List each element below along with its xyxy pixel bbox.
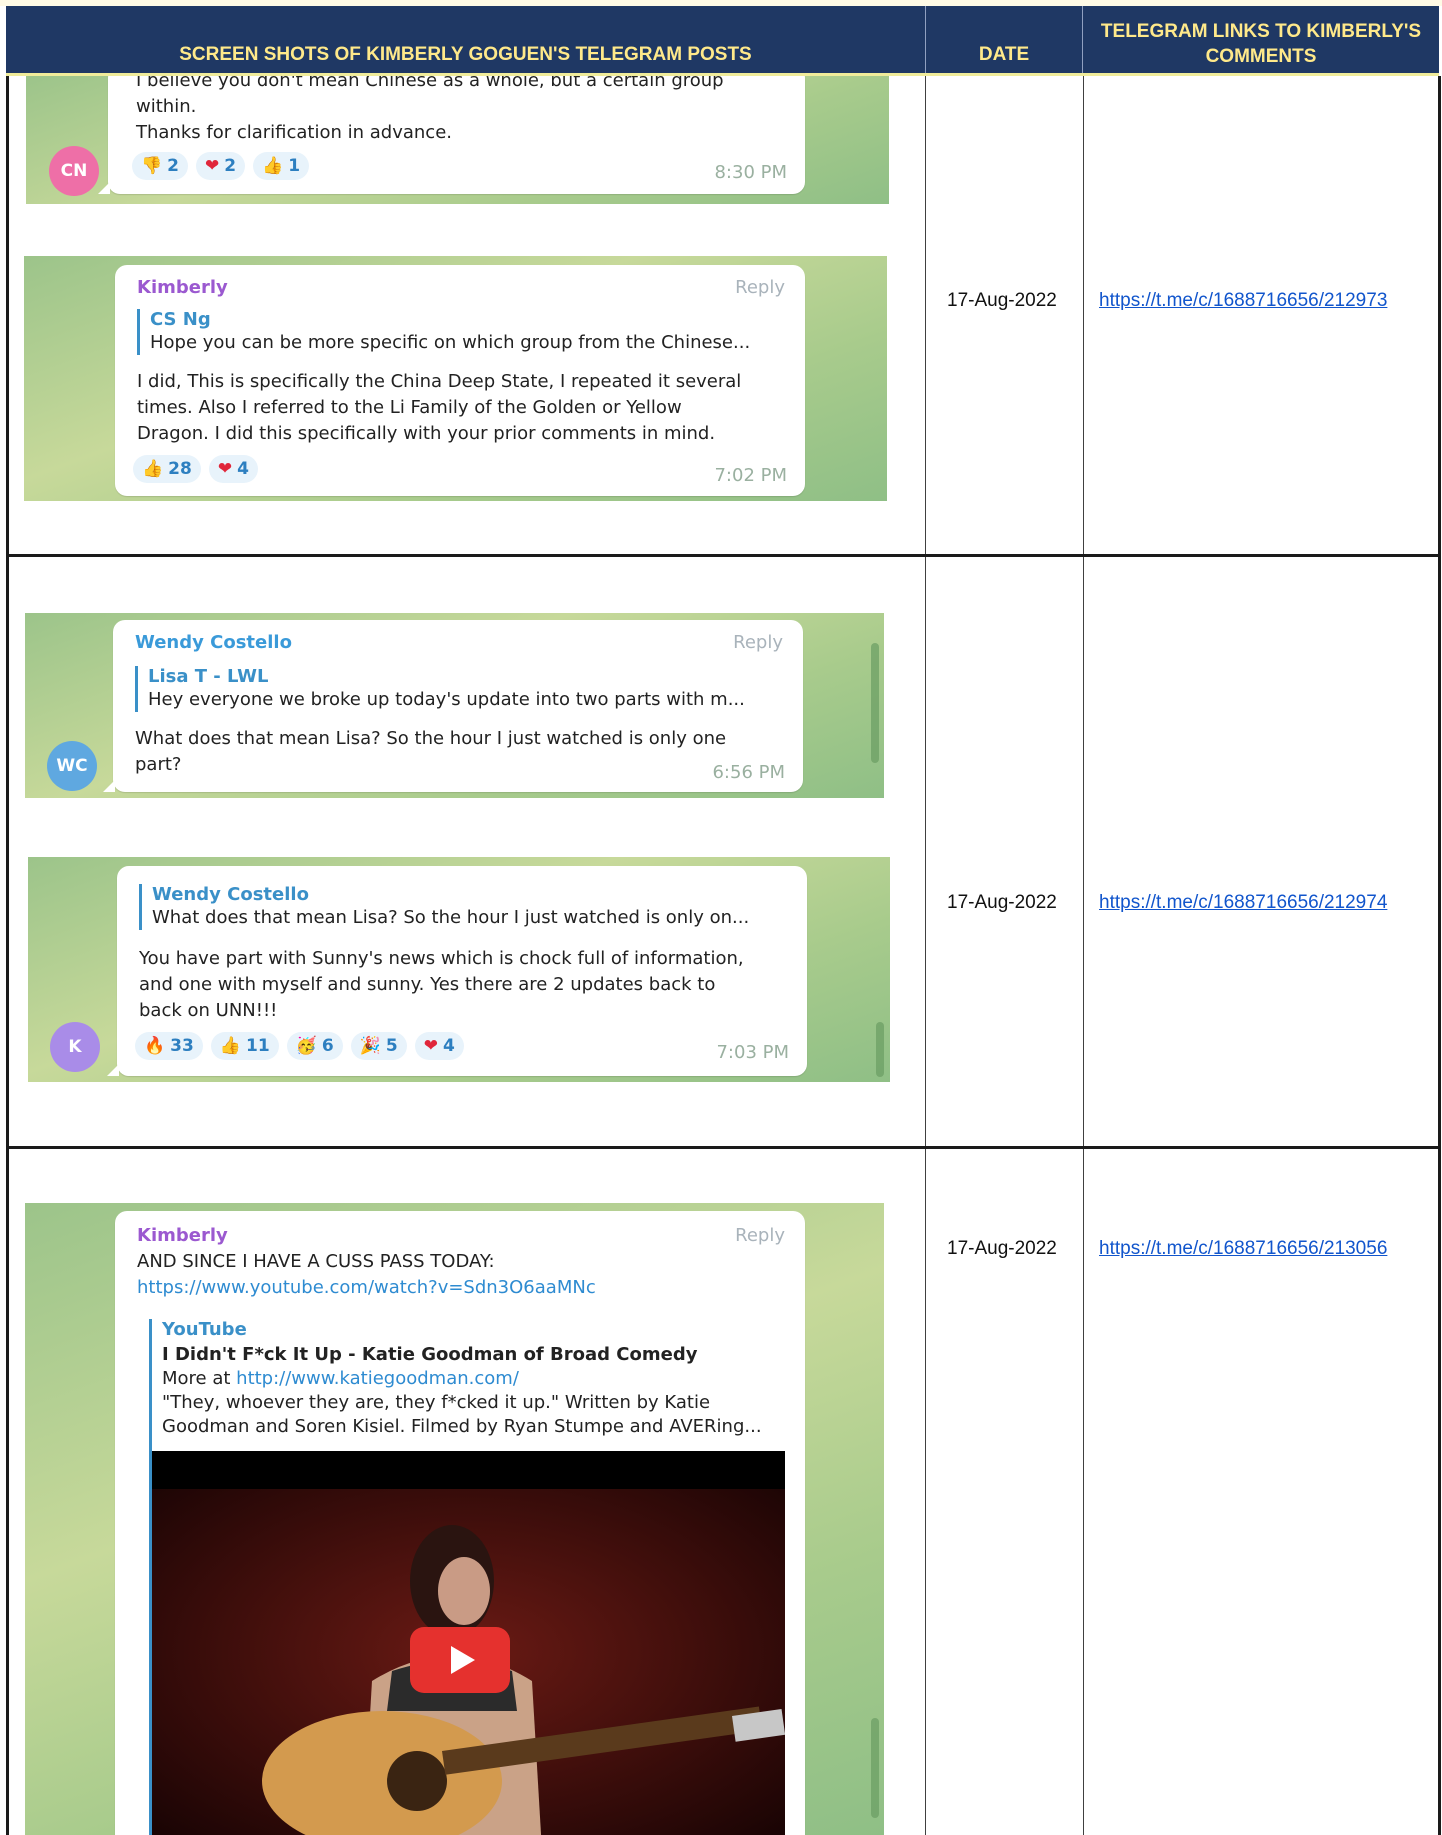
party-face-icon: 🥳 [295, 1036, 317, 1056]
message-bubble: Wendy Costello What does that mean Lisa?… [107, 866, 807, 1076]
row-date: 17-Aug-2022 [947, 892, 1057, 913]
header-screenshots: SCREEN SHOTS OF KIMBERLY GOGUEN'S TELEGR… [179, 44, 752, 65]
bubble-tail [98, 182, 110, 194]
reply-button[interactable]: Reply [733, 632, 783, 653]
message-bubble: Wendy Costello Reply Lisa T - LWL Hey ev… [103, 620, 803, 792]
reaction-chip[interactable]: 🎉 5 [350, 1032, 407, 1060]
reaction-chip[interactable]: 👍 1 [253, 152, 310, 180]
heart-icon: ❤ [205, 156, 220, 176]
reaction-chip[interactable]: ❤ 4 [208, 455, 258, 483]
telegram-link[interactable]: https://t.me/c/1688716656/212974 [1099, 892, 1387, 914]
table-border-left [6, 76, 9, 1835]
header-links: TELEGRAM LINKS TO KIMBERLY'S COMMENTS [1100, 21, 1422, 67]
message-text: I believe you don't mean Chinese as a wh… [136, 76, 724, 143]
message-author[interactable]: Kimberly [137, 277, 228, 298]
quoted-message[interactable]: Lisa T - LWL Hey everyone we broke up to… [135, 666, 788, 712]
scrollbar-thumb[interactable] [871, 1718, 879, 1818]
message-time: 7:02 PM [714, 465, 787, 486]
reaction-chip[interactable]: 👍 28 [133, 455, 201, 483]
reaction-chip[interactable]: ❤ 4 [414, 1032, 464, 1060]
message-text: What does that mean Lisa? So the hour I … [135, 728, 727, 775]
heart-icon: ❤ [217, 459, 233, 479]
message-time: 6:56 PM [712, 762, 785, 783]
screenshot-message: I believe you don't mean Chinese as a wh… [26, 76, 889, 204]
screenshot-message: Kimberly Reply CS Ng Hope you can be mor… [24, 256, 887, 501]
reactions: 👍 28 ❤ 4 [133, 455, 258, 483]
preview-more-label: More at [162, 1368, 237, 1389]
message-time: 7:03 PM [716, 1042, 789, 1063]
reactions: 🔥 33 👍 11 🥳 6 🎉 5 ❤ 4 [135, 1032, 464, 1060]
thumbs-up-icon: 👍 [262, 156, 284, 176]
quote-author: Lisa T - LWL [148, 666, 269, 687]
quote-text: Hey everyone we broke up today's update … [148, 689, 745, 710]
message-time: 8:30 PM [714, 162, 787, 183]
column-divider [925, 76, 926, 1835]
bubble-tail [107, 1064, 119, 1076]
reaction-chip[interactable]: ❤ 2 [196, 152, 246, 180]
telegram-link[interactable]: https://t.me/c/1688716656/212973 [1099, 290, 1387, 312]
table-border-right [1438, 76, 1441, 1835]
message-bubble: I believe you don't mean Chinese as a wh… [98, 76, 805, 194]
screenshot-message: Wendy Costello Reply Lisa T - LWL Hey ev… [25, 613, 884, 798]
preview-description: "They, whoever they are, they f*cked it … [162, 1392, 711, 1413]
message-text: AND SINCE I HAVE A CUSS PASS TODAY: http… [137, 1249, 797, 1301]
row-divider [6, 1146, 1441, 1149]
preview-more-link[interactable]: http://www.katiegoodman.com/ [236, 1368, 519, 1389]
preview-description: Goodman and Soren Kisiel. Filmed by Ryan… [162, 1416, 762, 1437]
row-date: 17-Aug-2022 [947, 1238, 1057, 1259]
avatar[interactable]: K [50, 1022, 100, 1072]
thumbs-up-icon: 👍 [219, 1036, 242, 1056]
reaction-chip[interactable]: 👎 2 [132, 152, 189, 180]
heart-icon: ❤ [423, 1036, 438, 1056]
telegram-link[interactable]: https://t.me/c/1688716656/213056 [1099, 1238, 1387, 1260]
table-header: SCREEN SHOTS OF KIMBERLY GOGUEN'S TELEGR… [6, 6, 1439, 76]
reactions: 👎 2 ❤ 2 👍 1 [132, 152, 310, 180]
message-bubble: Kimberly Reply CS Ng Hope you can be mor… [115, 265, 805, 496]
message-url[interactable]: https://www.youtube.com/watch?v=Sdn3O6aa… [137, 1275, 797, 1301]
preview-site: YouTube [162, 1319, 247, 1340]
reply-button[interactable]: Reply [735, 277, 785, 298]
scrollbar-thumb[interactable] [876, 1022, 884, 1077]
reply-button[interactable]: Reply [735, 1225, 785, 1246]
quote-author: CS Ng [150, 309, 211, 330]
reaction-chip[interactable]: 🔥 33 [135, 1032, 203, 1060]
avatar[interactable]: WC [47, 741, 97, 791]
fire-icon: 🔥 [144, 1036, 166, 1056]
message-bubble: Kimberly Reply AND SINCE I HAVE A CUSS P… [115, 1211, 805, 1835]
play-button[interactable] [410, 1627, 510, 1693]
video-thumbnail[interactable] [152, 1451, 786, 1835]
preview-title: I Didn't F*ck It Up - Katie Goodman of B… [162, 1344, 698, 1365]
reaction-chip[interactable]: 🥳 6 [286, 1032, 343, 1060]
row-divider [6, 554, 1441, 557]
screenshot-message: Wendy Costello What does that mean Lisa?… [28, 857, 890, 1082]
header-date: DATE [978, 44, 1030, 65]
thumbs-down-icon: 👎 [141, 156, 163, 176]
quote-author: Wendy Costello [152, 884, 309, 905]
play-icon [451, 1646, 475, 1674]
message-text: You have part with Sunny's news which is… [139, 948, 744, 1021]
scrollbar-thumb[interactable] [871, 643, 879, 763]
reaction-chip[interactable]: 👍 11 [210, 1032, 279, 1060]
party-popper-icon: 🎉 [359, 1036, 381, 1056]
quote-text: Hope you can be more specific on which g… [150, 332, 751, 353]
message-text: I did, This is specifically the China De… [137, 371, 742, 444]
bubble-tail [103, 780, 115, 792]
message-author[interactable]: Wendy Costello [135, 632, 292, 653]
quote-text: What does that mean Lisa? So the hour I … [152, 907, 750, 928]
screenshot-message: Kimberly Reply AND SINCE I HAVE A CUSS P… [25, 1203, 884, 1835]
quoted-message[interactable]: CS Ng Hope you can be more specific on w… [137, 309, 790, 355]
message-author[interactable]: Kimberly [137, 1225, 228, 1246]
row-date: 17-Aug-2022 [947, 290, 1057, 311]
column-divider [1083, 76, 1084, 1835]
quoted-message[interactable]: Wendy Costello What does that mean Lisa?… [139, 884, 792, 930]
avatar[interactable]: CN [49, 146, 99, 196]
thumbs-up-icon: 👍 [142, 459, 164, 479]
